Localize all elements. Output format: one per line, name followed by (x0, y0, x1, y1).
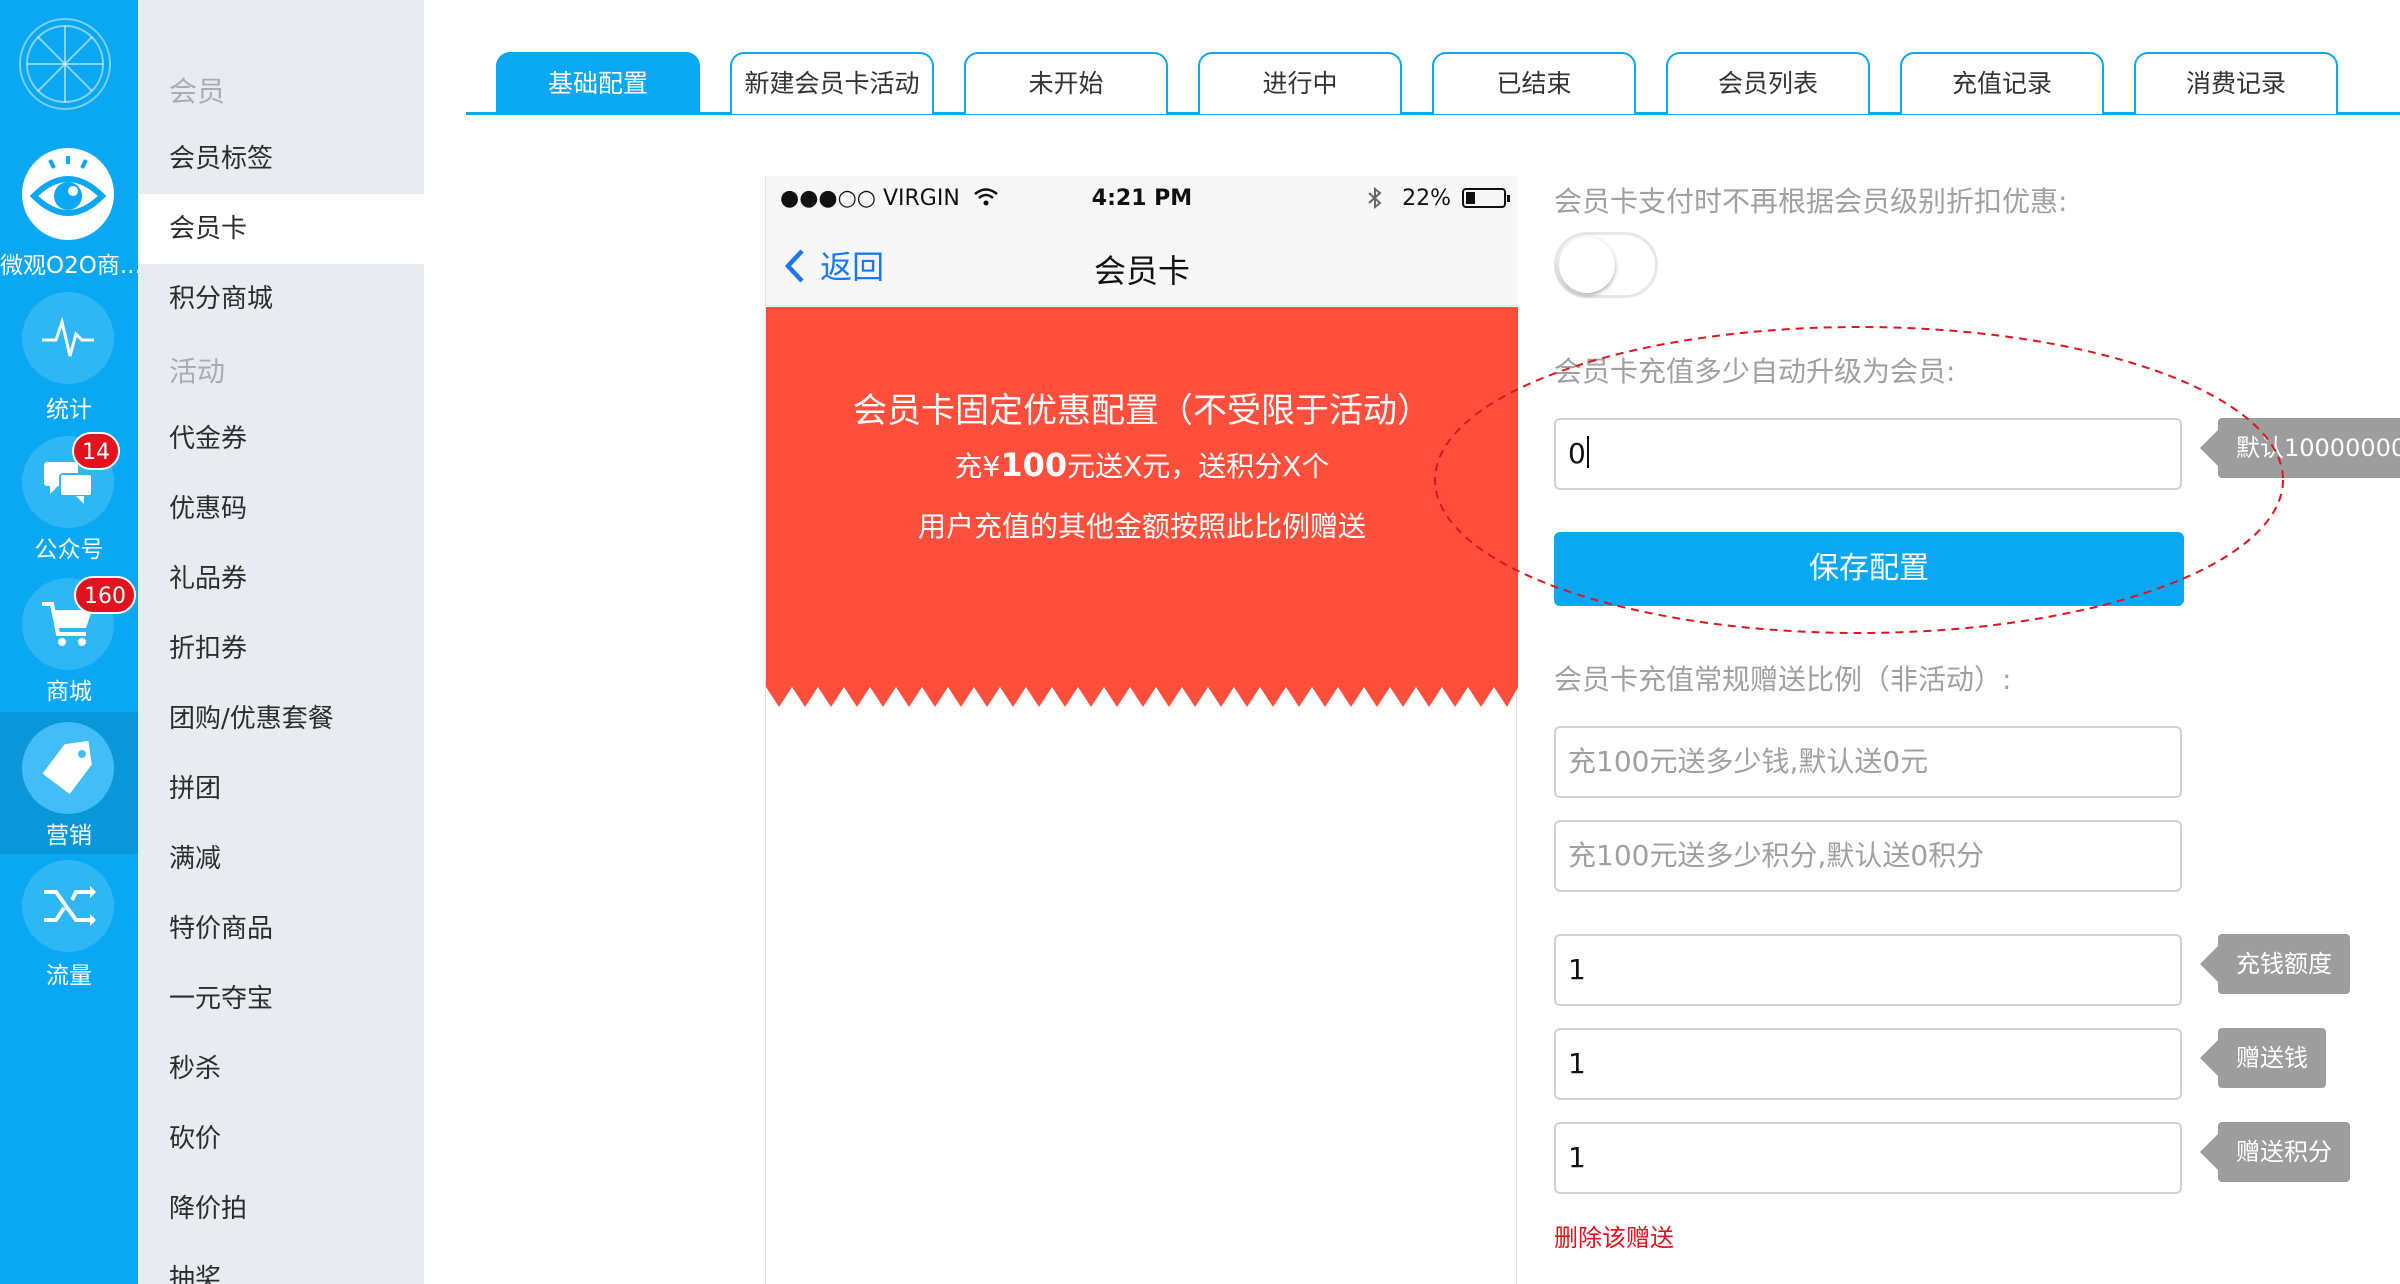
banner-title: 会员卡固定优惠配置（不受限于活动） (853, 391, 1431, 431)
gift-points-tip: 赠送积分 (2200, 1122, 2350, 1182)
banner-amount: 100 (1000, 446, 1068, 484)
phone-preview: ●●●○○ VIRGIN 4:21 PM 22% 返回 会员卡 会员卡固定优惠配… (765, 176, 1518, 1284)
rail-label-traffic: 流量 (46, 963, 92, 989)
config-banner: 会员卡固定优惠配置（不受限于活动） 充¥100元送X元，送积分X个 用户充值的其… (766, 307, 1518, 687)
icon-rail: 微观O2O商... 统计 14 公众号 160 商城 营销 流量 (0, 0, 138, 1284)
banner-line-2-prefix: 充¥ (954, 450, 1001, 483)
no-discount-toggle[interactable] (1554, 232, 1658, 298)
sidebar-item-member-card[interactable]: 会员卡 (138, 194, 424, 264)
sidebar-item-bargain[interactable]: 砍价 (138, 1104, 424, 1174)
sidebar-item-discount-coupon[interactable]: 折扣券 (138, 614, 424, 684)
sidebar-item-pintuan[interactable]: 拼团 (138, 754, 424, 824)
tab-in-progress[interactable]: 进行中 (1198, 52, 1402, 114)
rail-item-stats[interactable]: 统计 (0, 290, 138, 428)
gift-points-input[interactable]: 1 (1554, 1122, 2182, 1194)
app-root: 微观O2O商... 统计 14 公众号 160 商城 营销 流量 会员 会员标签… (0, 0, 2400, 1284)
tab-new-card-activity[interactable]: 新建会员卡活动 (730, 52, 934, 114)
rail-label-wechat: 公众号 (34, 537, 104, 563)
sidebar-item-voucher[interactable]: 代金券 (138, 404, 424, 474)
banner-line-2-suffix: 元送X元，送积分X个 (1067, 450, 1330, 483)
points-ratio-input[interactable]: 充100元送多少积分,默认送0积分 (1554, 820, 2182, 892)
pulse-icon (22, 292, 114, 384)
tab-consumption-records[interactable]: 消费记录 (2134, 52, 2338, 114)
ratio-label: 会员卡充值常规赠送比例（非活动）: (1554, 663, 2012, 696)
sidebar-group-activity: 活动 (169, 355, 226, 388)
mall-count-badge: 160 (74, 576, 136, 614)
tag-icon (22, 722, 114, 814)
phone-title: 会员卡 (1093, 252, 1190, 290)
sidebar-item-one-yuan[interactable]: 一元夺宝 (138, 964, 424, 1034)
delete-gift-link[interactable]: 删除该赠送 (1554, 1218, 1674, 1253)
tab-ended[interactable]: 已结束 (1432, 52, 1636, 114)
tab-basic-config[interactable]: 基础配置 (496, 52, 700, 114)
sidebar-item-full-reduction[interactable]: 满减 (138, 824, 424, 894)
battery-percent: 22% (1402, 186, 1451, 211)
money-ratio-input[interactable]: 充100元送多少钱,默认送0元 (1554, 726, 2182, 798)
tab-member-list[interactable]: 会员列表 (1666, 52, 1870, 114)
rail-label-stats: 统计 (46, 397, 92, 423)
rail-item-wechat[interactable]: 14 公众号 (0, 432, 138, 570)
toggle-knob (1559, 237, 1615, 293)
eye-logo-icon (22, 148, 114, 240)
shuffle-icon (22, 860, 114, 952)
sidebar-item-points-mall[interactable]: 积分商城 (138, 264, 424, 334)
rail-item-shop-logo[interactable]: 微观O2O商... (0, 140, 138, 280)
gift-money-tip: 赠送钱 (2200, 1028, 2326, 1088)
rail-item-traffic[interactable]: 流量 (0, 858, 138, 998)
tab-not-started[interactable]: 未开始 (964, 52, 1168, 114)
sidebar-item-member-tags[interactable]: 会员标签 (138, 124, 424, 194)
sidebar-item-gift-coupon[interactable]: 礼品券 (138, 544, 424, 614)
rail-item-mall[interactable]: 160 商城 (0, 576, 138, 714)
sidebar-item-promo-code[interactable]: 优惠码 (138, 474, 424, 544)
sidebar-item-lottery[interactable]: 抽奖 (138, 1244, 424, 1284)
sidebar-item-special-price[interactable]: 特价商品 (138, 894, 424, 964)
battery-icon (1462, 188, 1510, 208)
banner-zigzag-edge (766, 687, 1518, 707)
sidebar-item-group-buy[interactable]: 团购/优惠套餐 (138, 684, 424, 754)
status-right: 22% (1367, 186, 1510, 211)
wheel-logo-icon (19, 18, 111, 110)
sidebar-group-member: 会员 (169, 75, 226, 108)
banner-line-2: 充¥100元送X元，送积分X个 (766, 445, 1518, 485)
phone-status-bar: ●●●○○ VIRGIN 4:21 PM 22% (766, 176, 1518, 224)
no-discount-label: 会员卡支付时不再根据会员级别折扣优惠: (1554, 185, 2068, 218)
tab-recharge-records[interactable]: 充值记录 (1900, 52, 2104, 114)
sidebar-item-dutch-auction[interactable]: 降价拍 (138, 1174, 424, 1244)
highlight-dashed-ellipse (1434, 326, 2284, 634)
sidebar-item-flash-sale[interactable]: 秒杀 (138, 1034, 424, 1104)
rail-label-marketing: 营销 (46, 823, 92, 849)
rail-label-mall: 商城 (46, 679, 92, 705)
recharge-amount-input[interactable]: 1 (1554, 934, 2182, 1006)
secondary-sidebar: 会员 会员标签 会员卡 积分商城 活动 代金券 优惠码 礼品券 折扣券 团购/优… (138, 0, 424, 1284)
banner-line-3: 用户充值的其他金额按照此比例赠送 (917, 510, 1366, 543)
recharge-amount-tip: 充钱额度 (2200, 934, 2350, 994)
phone-nav-bar: 返回 会员卡 (766, 224, 1518, 306)
rail-logo-label: 微观O2O商... (0, 253, 138, 279)
rail-item-marketing[interactable]: 营销 (0, 712, 138, 854)
wechat-count-badge: 14 (72, 432, 120, 470)
bluetooth-icon (1368, 186, 1382, 210)
gift-money-input[interactable]: 1 (1554, 1028, 2182, 1100)
